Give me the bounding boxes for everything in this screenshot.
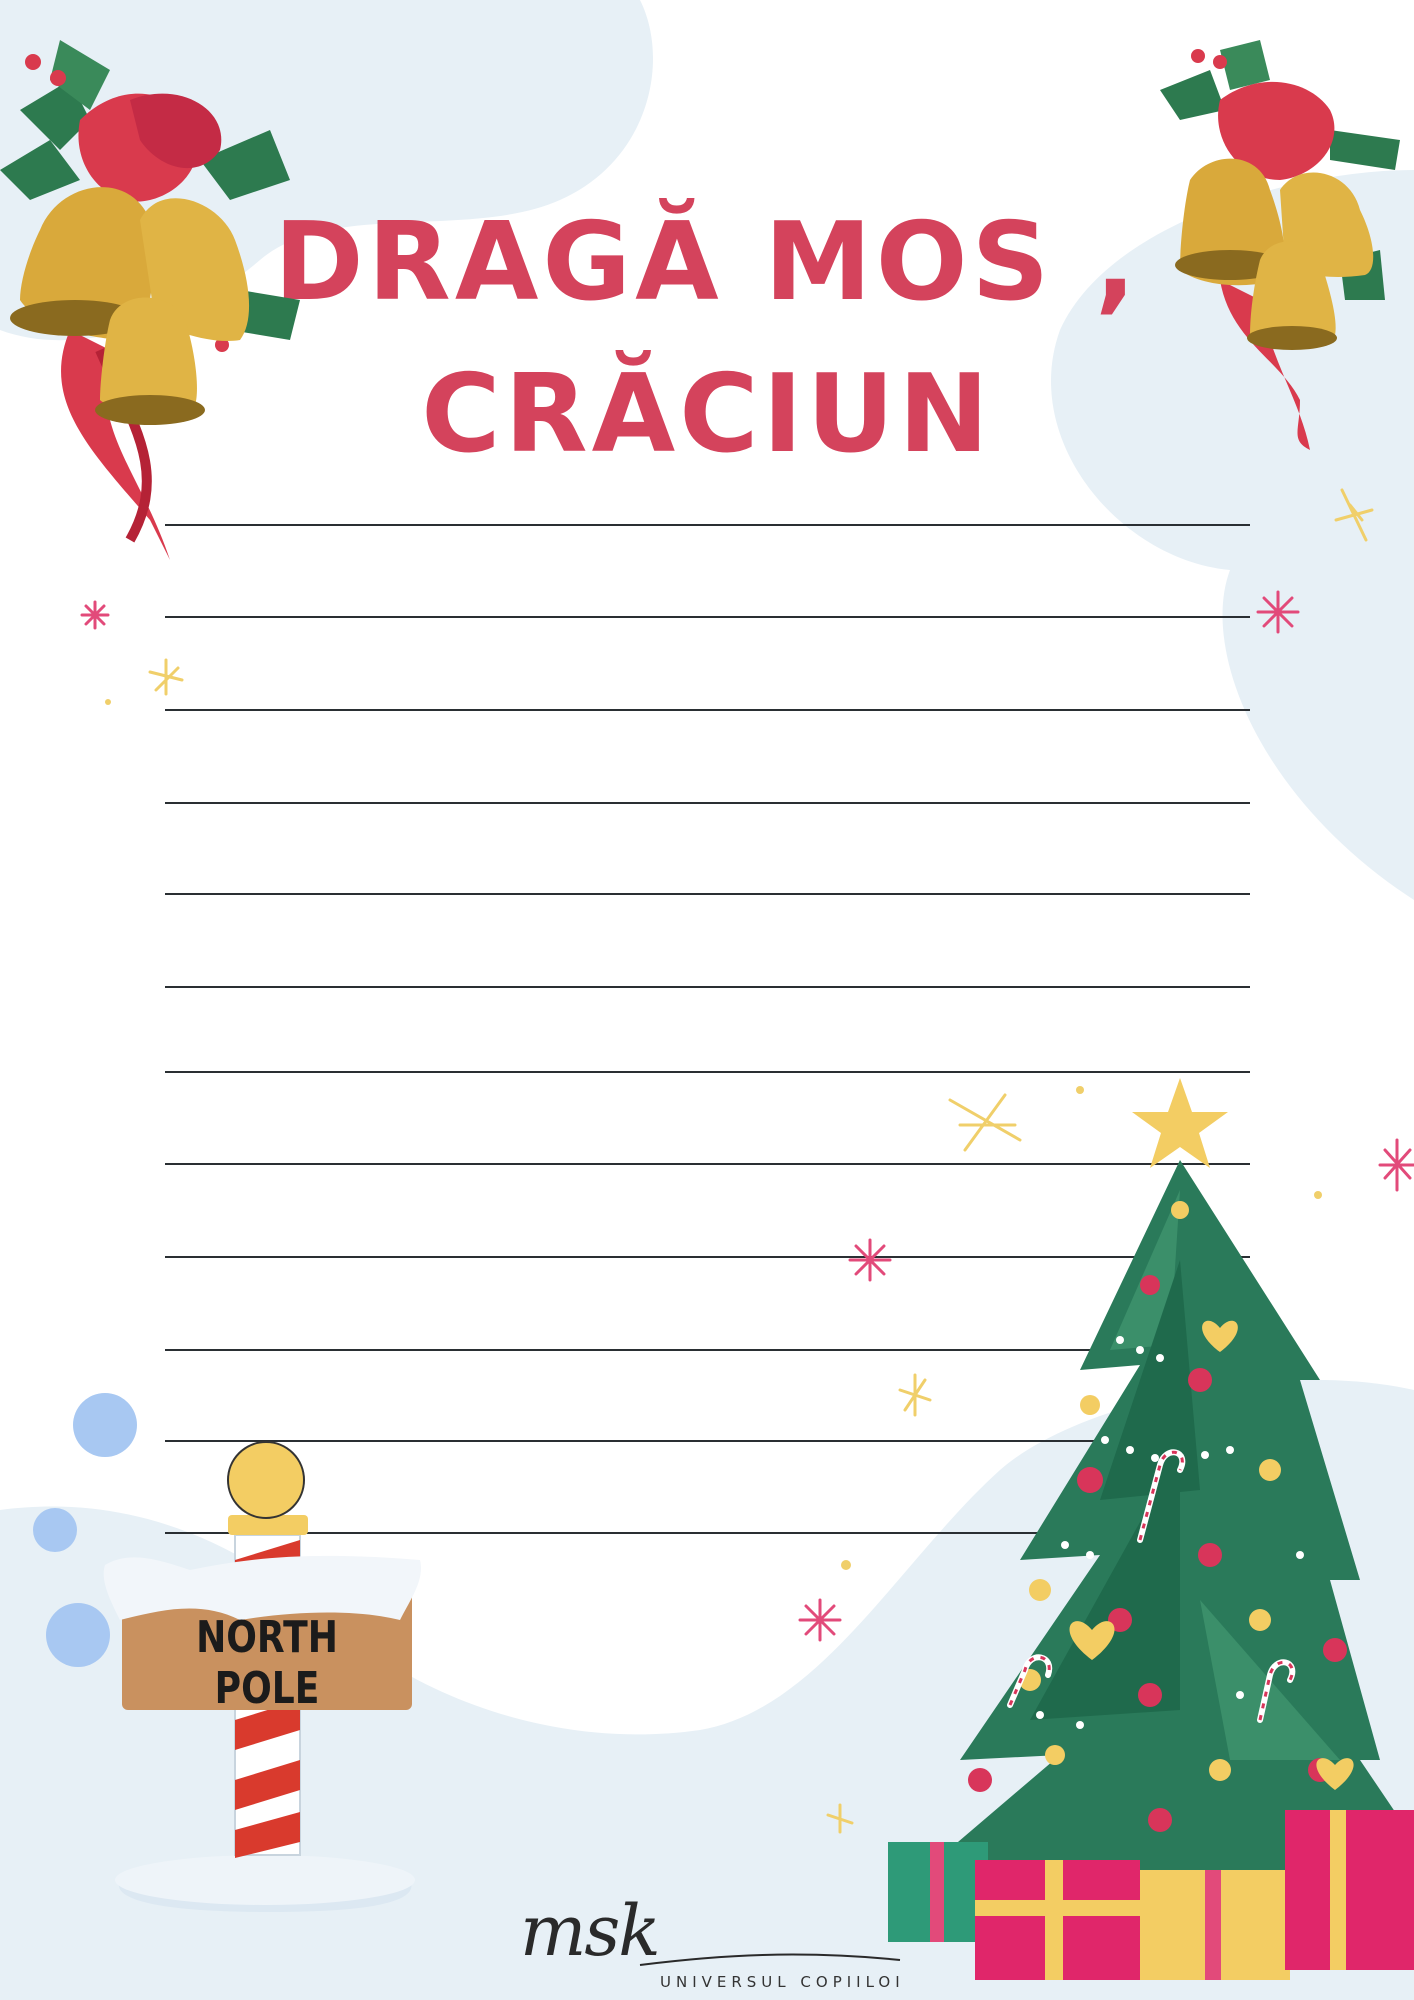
- writing-line: [165, 524, 1250, 526]
- writing-line: [165, 1256, 1250, 1258]
- letter-page: DRAGĂ MOS , CRĂCIUN NORTH POLE msk UNIVE…: [0, 0, 1414, 2000]
- writing-line: [165, 616, 1250, 618]
- writing-line: [165, 986, 1250, 988]
- writing-line: [165, 893, 1250, 895]
- page-title-line-1: DRAGĂ MOS ,: [274, 200, 1140, 325]
- brand-logo: msk: [520, 1890, 661, 1972]
- writing-line: [165, 1440, 1250, 1442]
- writing-line: [165, 1071, 1250, 1073]
- page-title-line-2: CRĂCIUN: [421, 352, 993, 477]
- writing-line: [165, 1163, 1250, 1165]
- writing-line: [165, 1349, 1250, 1351]
- writing-line: [165, 709, 1250, 711]
- writing-line: [165, 1532, 1250, 1534]
- writing-line: [165, 802, 1250, 804]
- brand-subtitle: UNIVERSUL COPIILOI: [660, 1973, 905, 1991]
- north-pole-sign-label: NORTH POLE: [196, 1612, 338, 1714]
